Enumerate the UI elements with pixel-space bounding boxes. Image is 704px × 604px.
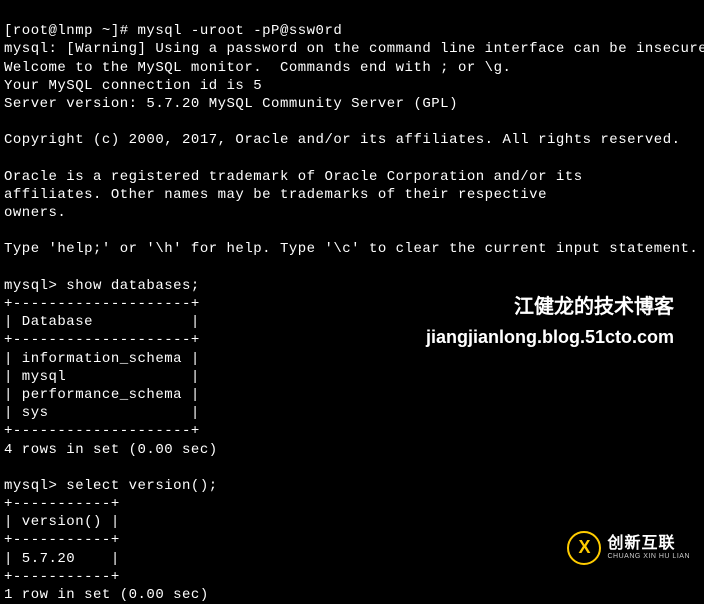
query2-border: +-----------+ [4,569,120,585]
query1-row: | mysql | [4,369,200,385]
query2-prompt: mysql> select version(); [4,478,218,494]
query1-row: | sys | [4,405,200,421]
mysql-trademark-1: Oracle is a registered trademark of Orac… [4,169,583,185]
mysql-trademark-3: owners. [4,205,66,221]
mysql-connection-id: Your MySQL connection id is 5 [4,78,262,94]
mysql-welcome: Welcome to the MySQL monitor. Commands e… [4,60,511,76]
query2-header: | version() | [4,514,120,530]
query1-row: | information_schema | [4,351,200,367]
mysql-help-line: Type 'help;' or '\h' for help. Type '\c'… [4,241,698,257]
query1-border: +--------------------+ [4,296,200,312]
query1-prompt: mysql> show databases; [4,278,200,294]
shell-prompt-line: [root@lnmp ~]# mysql -uroot -pP@ssw0rd [4,23,342,39]
query1-header: | Database | [4,314,200,330]
watermark-blog-url: jiangjianlong.blog.51cto.com [426,326,674,349]
mysql-copyright: Copyright (c) 2000, 2017, Oracle and/or … [4,132,681,148]
mysql-server-version: Server version: 5.7.20 MySQL Community S… [4,96,458,112]
mysql-trademark-2: affiliates. Other names may be trademark… [4,187,547,203]
query2-row: | 5.7.20 | [4,551,120,567]
query1-row: | performance_schema | [4,387,200,403]
brand-logo-icon: X [567,531,601,565]
query2-border: +-----------+ [4,496,120,512]
watermark-blog-title: 江健龙的技术博客 [514,294,674,320]
query2-result: 1 row in set (0.00 sec) [4,587,209,603]
query1-border: +--------------------+ [4,423,200,439]
query1-border: +--------------------+ [4,332,200,348]
query1-result: 4 rows in set (0.00 sec) [4,442,218,458]
mysql-warning: mysql: [Warning] Using a password on the… [4,41,704,57]
brand-name-sub: CHUANG XIN HU LIAN [607,553,690,561]
query2-border: +-----------+ [4,532,120,548]
brand-name-main: 创新互联 [607,535,690,553]
brand-logo: X 创新互联 CHUANG XIN HU LIAN [567,531,690,565]
brand-logo-text: 创新互联 CHUANG XIN HU LIAN [607,535,690,560]
